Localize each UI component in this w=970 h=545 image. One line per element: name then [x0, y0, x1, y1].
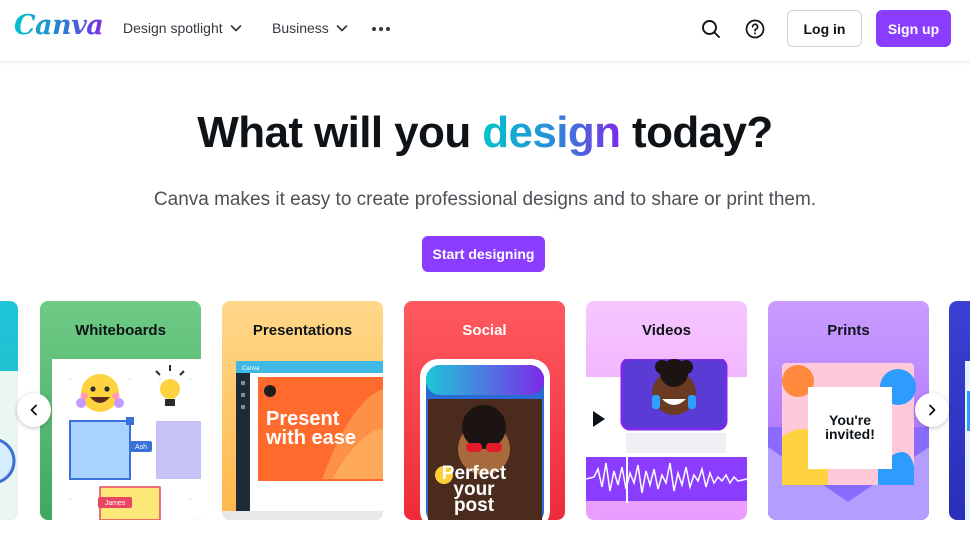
card-social[interactable]: Social Perfect your post: [404, 301, 565, 520]
top-navigation-bar: Canva Design spotlight Business Log in S…: [0, 0, 970, 62]
whiteboard-tag-james: James: [105, 500, 126, 507]
chevron-down-icon: [230, 25, 241, 32]
presentation-illustration: Canva Present with ease: [222, 361, 383, 520]
carousel-previous-button[interactable]: [17, 393, 51, 427]
login-button[interactable]: Log in: [787, 10, 862, 47]
hero-title-end: today?: [620, 108, 773, 157]
hero-title-start: What will you: [197, 108, 483, 157]
more-icon[interactable]: [371, 20, 391, 38]
card-whiteboards-title: Whiteboards: [75, 322, 166, 339]
hero-title: What will you design today?: [0, 108, 970, 158]
signup-button[interactable]: Sign up: [876, 10, 951, 47]
card-partial-right-art: [965, 361, 970, 520]
card-prints[interactable]: Prints You're invited!: [768, 301, 929, 520]
presentation-app-label: Canva: [242, 366, 260, 372]
social-phone-illustration: Perfect your post: [420, 359, 550, 520]
nav-business-label: Business: [272, 20, 329, 36]
video-editor-illustration: [586, 359, 747, 503]
card-whiteboards[interactable]: Whiteboards Ash James: [40, 301, 201, 520]
card-videos[interactable]: Videos: [586, 301, 747, 520]
card-videos-title: Videos: [642, 322, 691, 339]
hero-title-accent: design: [482, 108, 621, 157]
card-presentations-title: Presentations: [252, 322, 353, 339]
card-partial-right[interactable]: [949, 301, 970, 520]
invitation-text-line-2: invited!: [825, 426, 875, 442]
chevron-right-icon: [929, 404, 936, 416]
nav-design-spotlight-label: Design spotlight: [123, 20, 223, 36]
help-icon[interactable]: [743, 17, 767, 41]
whiteboard-tag-ash: Ash: [135, 444, 147, 451]
search-icon[interactable]: [699, 17, 723, 41]
carousel-next-button[interactable]: [915, 393, 949, 427]
social-text-line-3: post: [454, 495, 495, 516]
presentation-text-line-2: with ease: [265, 427, 356, 449]
canva-logo[interactable]: Canva: [14, 10, 104, 41]
nav-design-spotlight[interactable]: Design spotlight: [123, 20, 243, 36]
card-social-title: Social: [462, 322, 507, 339]
nav-business[interactable]: Business: [272, 20, 349, 36]
start-designing-button[interactable]: Start designing: [422, 236, 545, 272]
card-presentations[interactable]: Presentations Canva Present with ease: [222, 301, 383, 520]
card-prints-title: Prints: [827, 322, 870, 339]
hero-subtitle: Canva makes it easy to create profession…: [153, 189, 817, 210]
chevron-down-icon: [336, 25, 348, 32]
card-partial-left[interactable]: [0, 301, 18, 520]
whiteboard-illustration: Ash James: [52, 359, 201, 520]
card-partial-left-art: [0, 371, 18, 520]
chevron-left-icon: [30, 404, 37, 416]
invitation-illustration: You're invited!: [768, 363, 929, 520]
